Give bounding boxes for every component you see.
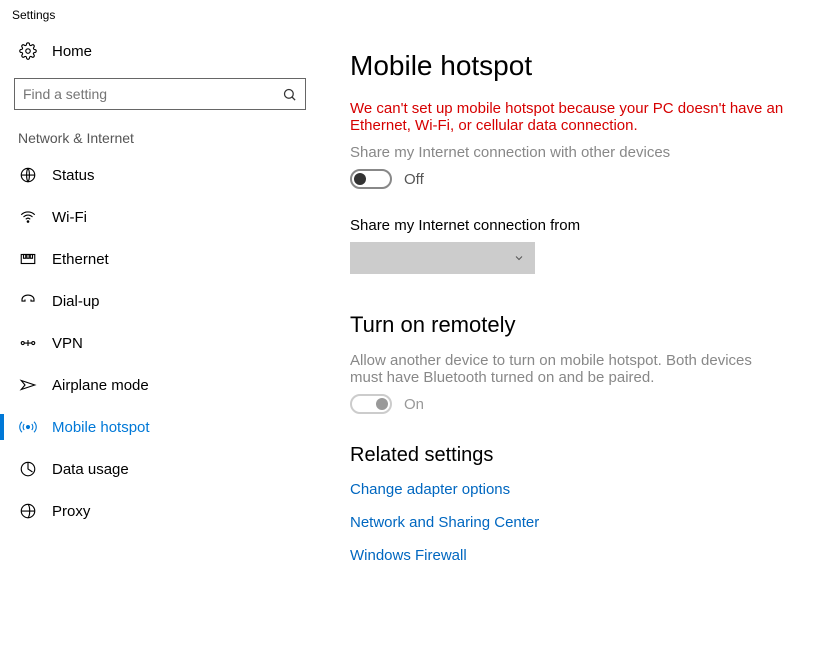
sidebar-item-wifi[interactable]: Wi-Fi (14, 196, 306, 238)
remote-toggle[interactable] (350, 394, 392, 414)
sidebar-item-label: Status (52, 167, 95, 184)
category-heading: Network & Internet (14, 130, 306, 154)
sidebar-item-label: Airplane mode (52, 377, 149, 394)
share-connection-toggle[interactable] (350, 169, 392, 189)
sidebar-item-ethernet[interactable]: Ethernet (14, 238, 306, 280)
sidebar-item-label: Data usage (52, 461, 129, 478)
sidebar-item-airplane[interactable]: Airplane mode (14, 364, 306, 406)
sidebar-item-proxy[interactable]: Proxy (14, 490, 306, 532)
window-title: Settings (0, 0, 827, 30)
remote-description: Allow another device to turn on mobile h… (350, 352, 770, 386)
search-icon (282, 87, 297, 102)
sidebar-item-mobile-hotspot[interactable]: Mobile hotspot (14, 406, 306, 448)
data-usage-icon (18, 460, 38, 478)
search-box[interactable] (14, 78, 306, 110)
sidebar-item-status[interactable]: Status (14, 154, 306, 196)
main-content: Mobile hotspot We can't set up mobile ho… (320, 30, 827, 600)
sidebar-item-label: Ethernet (52, 251, 109, 268)
sidebar-item-label: Dial-up (52, 293, 100, 310)
chevron-down-icon (513, 252, 525, 264)
search-input[interactable] (23, 86, 282, 102)
link-network-sharing-center[interactable]: Network and Sharing Center (350, 514, 797, 531)
page-title: Mobile hotspot (350, 50, 797, 82)
globe-icon (18, 166, 38, 184)
phone-icon (18, 292, 38, 310)
related-settings-heading: Related settings (350, 444, 797, 467)
home-label: Home (52, 43, 92, 60)
sidebar-item-vpn[interactable]: VPN (14, 322, 306, 364)
sidebar-item-data-usage[interactable]: Data usage (14, 448, 306, 490)
vpn-icon (18, 334, 38, 352)
ethernet-icon (18, 250, 38, 268)
sidebar-item-label: Proxy (52, 503, 90, 520)
sidebar-item-dialup[interactable]: Dial-up (14, 280, 306, 322)
share-from-dropdown[interactable] (350, 242, 535, 274)
wifi-icon (18, 208, 38, 226)
home-button[interactable]: Home (14, 30, 306, 78)
toggle-state-label: On (404, 396, 424, 413)
sidebar: Home Network & Internet Status Wi-Fi (0, 30, 320, 600)
link-windows-firewall[interactable]: Windows Firewall (350, 547, 797, 564)
hotspot-icon (18, 418, 38, 436)
sidebar-item-label: Wi-Fi (52, 209, 87, 226)
sidebar-item-label: Mobile hotspot (52, 419, 150, 436)
share-from-label: Share my Internet connection from (350, 217, 797, 234)
share-connection-label: Share my Internet connection with other … (350, 144, 797, 161)
error-message: We can't set up mobile hotspot because y… (350, 100, 790, 134)
link-change-adapter-options[interactable]: Change adapter options (350, 481, 797, 498)
toggle-state-label: Off (404, 171, 424, 188)
proxy-icon (18, 502, 38, 520)
sidebar-item-label: VPN (52, 335, 83, 352)
airplane-icon (18, 376, 38, 394)
gear-icon (18, 42, 38, 60)
remote-section-heading: Turn on remotely (350, 312, 797, 338)
